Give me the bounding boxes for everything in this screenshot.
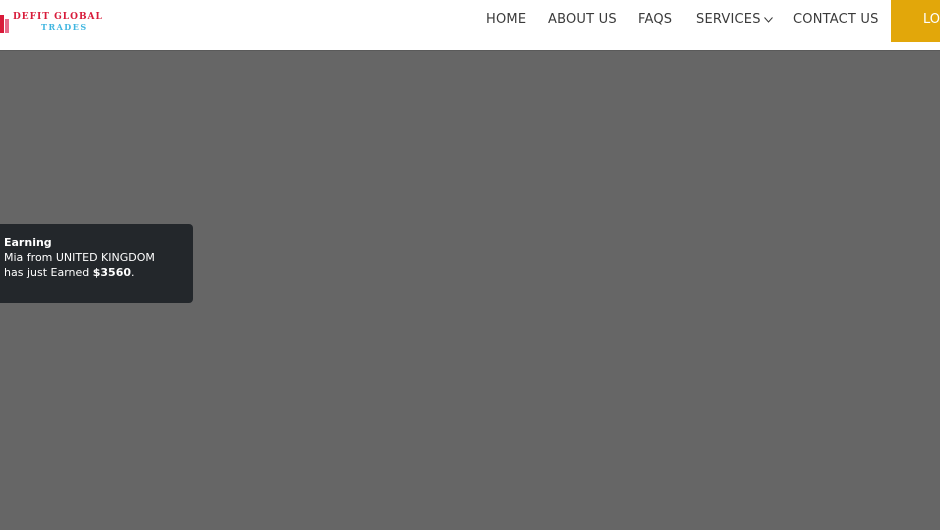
- login-button[interactable]: LO: [891, 0, 940, 42]
- nav-home[interactable]: HOME: [486, 12, 526, 27]
- notification-amount: $3560: [92, 266, 132, 279]
- nav-services[interactable]: SERVICES: [696, 12, 761, 27]
- nav-faqs[interactable]: FAQS: [638, 12, 672, 27]
- notification-prefix: has just Earned: [4, 266, 90, 279]
- earning-notification: Earning Mia from UNITED KINGDOM has just…: [0, 224, 193, 303]
- notification-title: Earning: [4, 236, 52, 249]
- main-nav: HOME ABOUT US FAQS SERVICES CONTACT US: [0, 0, 940, 40]
- nav-about-us[interactable]: ABOUT US: [548, 12, 617, 27]
- site-header: DEFIT GLOBAL TRADES HOME ABOUT US FAQS S…: [0, 0, 940, 51]
- login-button-label: LO: [923, 12, 940, 27]
- notification-line-2: has just Earned $3560.: [4, 265, 193, 280]
- notification-line: Mia from UNITED KINGDOM: [4, 251, 155, 264]
- nav-contact-us[interactable]: CONTACT US: [793, 12, 879, 27]
- notification-suffix: .: [131, 266, 135, 279]
- chevron-down-icon[interactable]: [764, 17, 773, 23]
